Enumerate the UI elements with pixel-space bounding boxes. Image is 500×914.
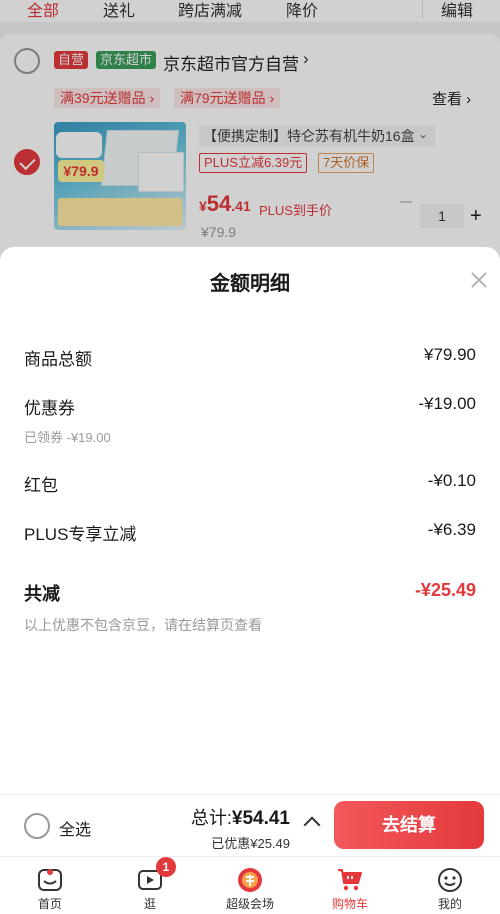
coupon-label: 优惠券 (24, 399, 75, 418)
select-all-checkbox[interactable] (24, 813, 50, 839)
coupon-sub-text: 已领券 -¥19.00 (24, 430, 111, 445)
tabbar-item-super-venue[interactable]: 超级会场 (210, 857, 290, 914)
total-price: 总计:¥54.41 (191, 804, 290, 830)
home-icon (38, 869, 62, 891)
select-all-label[interactable]: 全选 (59, 816, 91, 840)
checkout-button[interactable]: 去结算 (334, 801, 484, 849)
amount-detail-sheet: 金额明细 商品总额 ¥79.90 优惠券 -¥19.00 已领券 -¥19.00… (0, 247, 500, 794)
tabbar-item-home[interactable]: 首页 (10, 857, 90, 914)
tabbar-item-browse[interactable]: 1 逛 (110, 857, 190, 914)
total-discount-value: -¥25.49 (414, 580, 476, 600)
cart-icon (338, 869, 362, 891)
plus-discount-value: -¥6.39 (427, 520, 476, 539)
goods-total-label: 商品总额 (24, 350, 92, 369)
red-packet-value: -¥0.10 (427, 471, 476, 490)
tabbar-item-cart[interactable]: 购物车 (310, 857, 390, 914)
checkout-bar: 全选 总计:¥54.41 已优惠¥25.49 去结算 (0, 794, 500, 856)
tabbar-label-cart: 购物车 (331, 897, 368, 911)
red-packet-label: 红包 (24, 476, 58, 495)
chevron-up-icon[interactable] (303, 816, 321, 834)
tabbar-item-profile[interactable]: 我的 (410, 857, 490, 914)
total-amount: ¥54.41 (231, 808, 290, 829)
close-icon[interactable] (470, 271, 488, 289)
tabbar-label-browse: 逛 (143, 897, 156, 911)
profile-icon (438, 868, 462, 892)
tabbar-label-super-venue: 超级会场 (225, 897, 274, 911)
bottom-tab-bar: 首页 1 逛 超级会场 购物车 我的 (0, 856, 500, 914)
discount-note: 以上优惠不包含京豆，请在结算页查看 (24, 617, 262, 633)
tabbar-label-home: 首页 (37, 897, 62, 911)
saved-amount: 已优惠¥25.49 (211, 836, 290, 851)
tabbar-label-profile: 我的 (437, 897, 462, 911)
notification-badge: 1 (156, 857, 176, 877)
sheet-title: 金额明细 (210, 273, 290, 295)
total-prefix: 总计: (190, 808, 232, 828)
super-venue-icon (238, 868, 262, 892)
plus-discount-label: PLUS专享立减 (24, 525, 137, 544)
total-discount-label: 共减 (24, 584, 60, 604)
coupon-value: -¥19.00 (418, 394, 476, 413)
goods-total-value: ¥79.90 (424, 345, 476, 364)
